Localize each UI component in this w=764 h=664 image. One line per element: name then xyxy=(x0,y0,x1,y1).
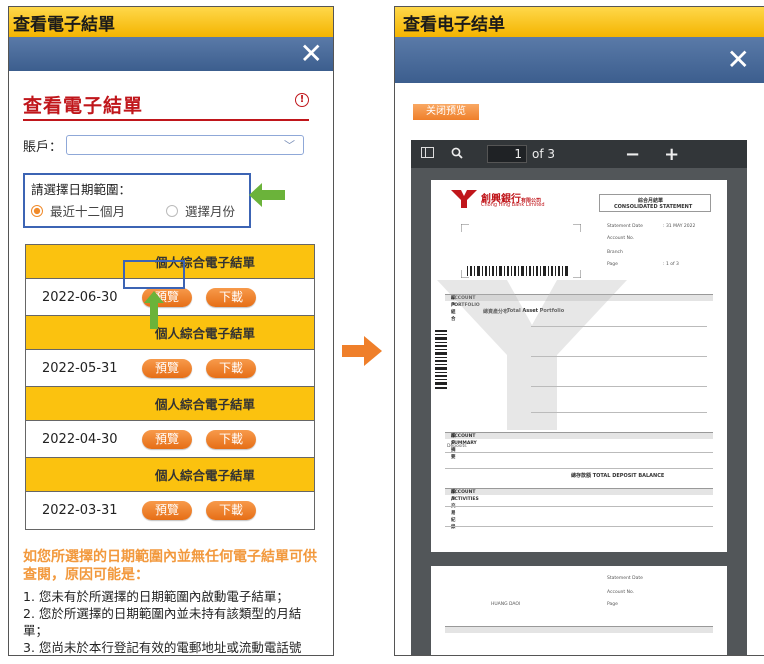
option-recent-label: 最近十二個月 xyxy=(50,204,126,219)
app-title-bar: 查看電子結單 xyxy=(9,7,333,37)
preview-button[interactable]: 預覽 xyxy=(142,429,192,449)
preview-button[interactable]: 預覽 xyxy=(142,501,192,520)
statement-row: 2022-04-30 預覽 下載 xyxy=(26,421,314,458)
header-bar: ✕ xyxy=(9,37,333,71)
note-item: 1. 您未有於所選擇的日期範圍內啟動電子結單； xyxy=(23,589,289,604)
account-label: 賬戶： xyxy=(23,139,63,155)
no-statement-note: 如您所選擇的日期範圍內並無任何電子結單可供查閱，原因可能是： 1. 您未有於所選… xyxy=(23,548,319,655)
note-item: 3. 您尚未於本行登記有效的電郵地址或流動電話號碼。 xyxy=(23,640,302,655)
sidebar-toggle-icon[interactable] xyxy=(419,147,435,161)
postal-barcode xyxy=(467,266,568,276)
statement-type-header: 個人綜合電子結單 xyxy=(26,316,314,350)
bank-logo-icon xyxy=(451,190,477,208)
option-month-label: 選擇月份 xyxy=(185,204,236,219)
preview-button[interactable]: 預覽 xyxy=(142,358,192,378)
preview-button-highlight xyxy=(123,260,185,289)
zoom-in-button[interactable]: + xyxy=(664,144,679,165)
statement-date: 2022-03-31 xyxy=(42,503,118,518)
arrow-right-icon xyxy=(342,336,382,366)
note-item: 2. 您於所選擇的日期範圍內並未持有該類型的月結單； xyxy=(23,606,302,638)
statement-row: 2022-03-31 預覽 下載 xyxy=(26,492,314,529)
title-underline xyxy=(23,119,309,121)
pdf-page: HUANG DAOI Statement Date Account No. Pa… xyxy=(431,566,727,655)
section-account-activities: 賬戶交易紀錄 ACCOUNT ACTIVITIES xyxy=(445,488,713,530)
right-phone-screen: 查看电子结单 ✕ 关闭预览 1 of 3 − + 創興銀行有限公司 Chong … xyxy=(394,6,764,656)
arrow-left-icon xyxy=(249,183,285,207)
account-select[interactable]: ﹀ xyxy=(66,135,305,155)
page-number-input[interactable]: 1 xyxy=(487,145,527,163)
left-phone-screen: 查看電子結單 ✕ 查看電子結單 ! 賬戶： ﹀ 請選擇日期範圍： 最近十二個月 … xyxy=(8,6,334,656)
statement-title-box: 綜合月結單 CONSOLIDATED STATEMENT xyxy=(599,194,711,212)
date-range-label: 請選擇日期範圍： xyxy=(31,182,132,197)
section-account-summary: 賬戶摘要 ACCOUNT SUMMARY xyxy=(445,432,713,460)
radio-recent-twelve-months[interactable] xyxy=(31,204,43,217)
side-barcode xyxy=(435,330,447,389)
close-icon[interactable]: ✕ xyxy=(300,39,323,69)
section-bar xyxy=(445,626,713,633)
search-icon[interactable] xyxy=(449,147,465,162)
watermark-logo xyxy=(437,280,627,430)
pdf-viewer[interactable]: 1 of 3 − + 創興銀行有限公司 Chong Hing Bank Limi… xyxy=(411,140,747,655)
pdf-page: 創興銀行有限公司 Chong Hing Bank Limited 綜合月結單 C… xyxy=(431,180,727,552)
download-button[interactable]: 下載 xyxy=(206,429,256,449)
statement-type-header: 個人綜合電子結單 xyxy=(26,387,314,421)
close-icon[interactable]: ✕ xyxy=(727,45,750,75)
statement-date: 2022-06-30 xyxy=(42,289,118,305)
statement-date: 2022-04-30 xyxy=(42,431,118,447)
date-range-box: 請選擇日期範圍： 最近十二個月 選擇月份 xyxy=(23,173,251,228)
arrow-up-icon xyxy=(144,291,164,329)
download-button[interactable]: 下載 xyxy=(206,358,256,378)
statement-row: 2022-05-31 預覽 下載 xyxy=(26,350,314,387)
download-button[interactable]: 下載 xyxy=(206,501,256,520)
download-button[interactable]: 下載 xyxy=(206,287,256,307)
bank-name-en: Chong Hing Bank Limited xyxy=(481,202,545,208)
zoom-out-button[interactable]: − xyxy=(625,144,640,165)
page-title-row: 查看電子結單 ! xyxy=(23,91,319,121)
statement-type-header: 個人綜合電子結單 xyxy=(26,458,314,492)
account-row: 賬戶： ﹀ xyxy=(23,135,319,155)
close-preview-button[interactable]: 关闭预览 xyxy=(413,104,479,120)
preview-panel: 关闭预览 1 of 3 − + 創興銀行有限公司 Chong Hing Bank… xyxy=(395,83,764,655)
app-title-bar: 查看电子结单 xyxy=(395,7,764,37)
page-title: 查看電子結單 xyxy=(23,95,144,117)
app-title: 查看電子結單 xyxy=(13,14,115,35)
header-bar: ✕ xyxy=(395,37,764,83)
statement-date: 2022-05-31 xyxy=(42,360,118,376)
radio-select-month[interactable] xyxy=(166,204,178,217)
chevron-down-icon: ﹀ xyxy=(284,139,296,152)
page-count: of 3 xyxy=(532,147,556,161)
pdf-toolbar: 1 of 3 − + xyxy=(411,140,747,168)
info-icon[interactable]: ! xyxy=(295,93,309,107)
statement-panel: 查看電子結單 ! 賬戶： ﹀ 請選擇日期範圍： 最近十二個月 選擇月份 個人綜合… xyxy=(9,91,333,655)
note-title: 如您所選擇的日期範圍內並無任何電子結單可供查閱，原因可能是： xyxy=(23,549,317,583)
app-title: 查看电子结单 xyxy=(403,14,505,35)
